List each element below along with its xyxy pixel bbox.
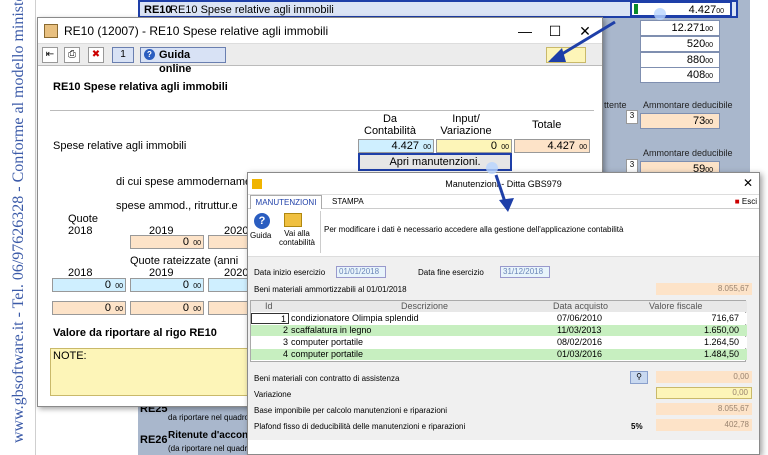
annotation-arrows	[486, 8, 666, 212]
click-highlight-2	[486, 162, 498, 174]
arrow-head-1	[548, 48, 566, 62]
click-highlight-1	[654, 8, 666, 20]
arrow-head-2	[499, 198, 514, 212]
